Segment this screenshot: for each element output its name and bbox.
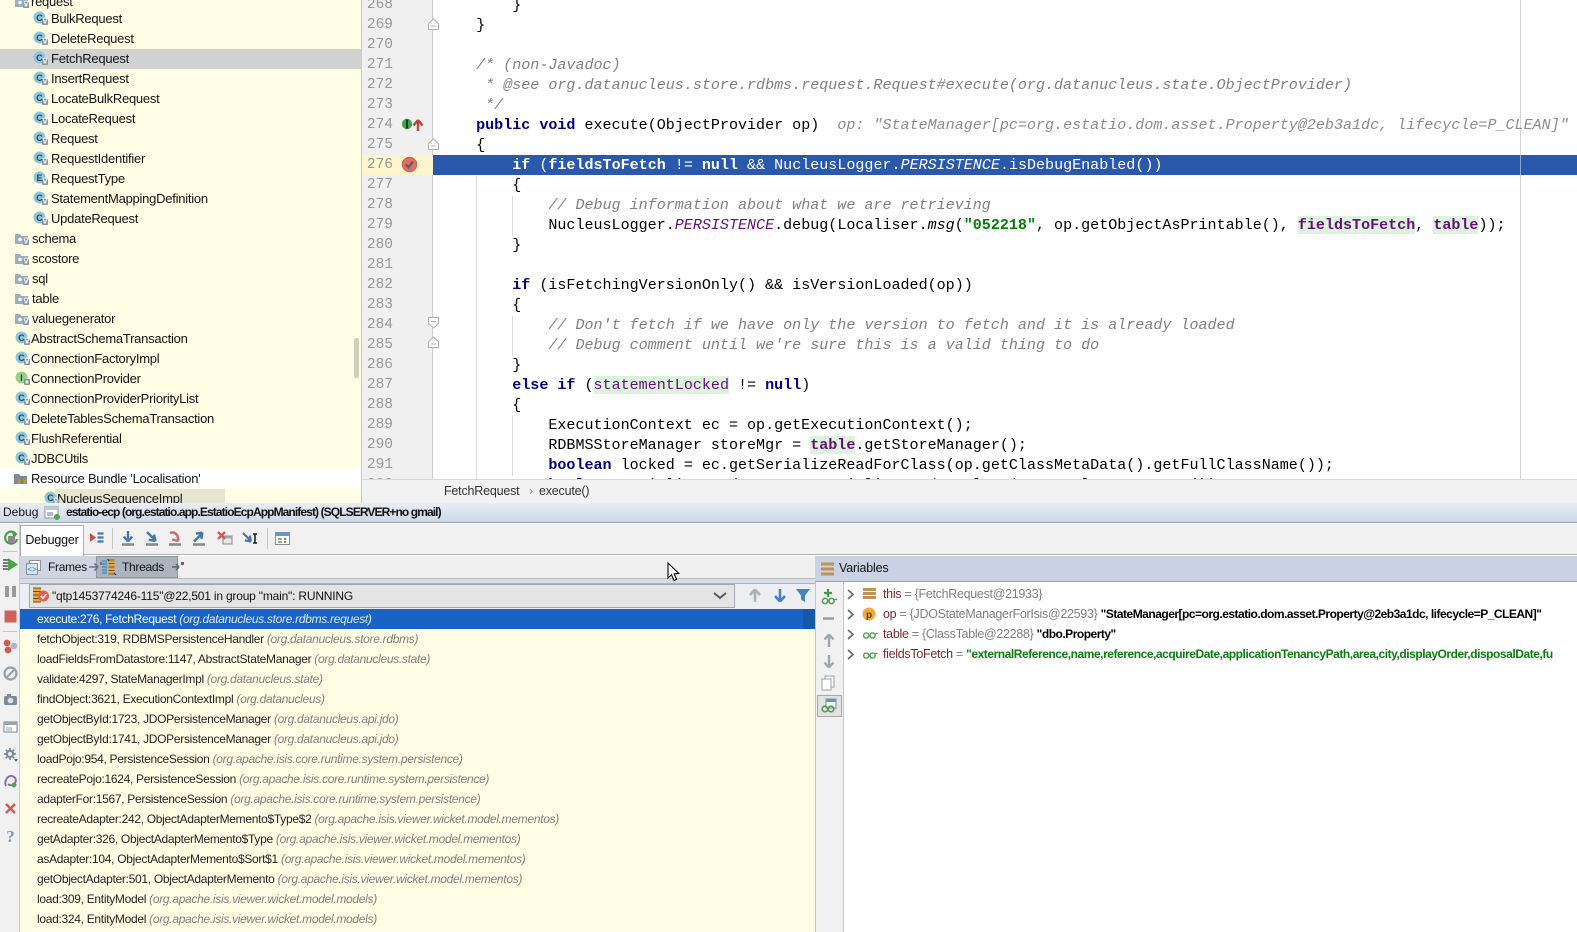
svg-text:p: p [866,610,872,621]
svg-text:<>: <> [27,566,37,575]
svg-text:E: E [36,173,42,183]
svg-text:I: I [20,373,23,383]
svg-text:?: ? [6,827,15,844]
